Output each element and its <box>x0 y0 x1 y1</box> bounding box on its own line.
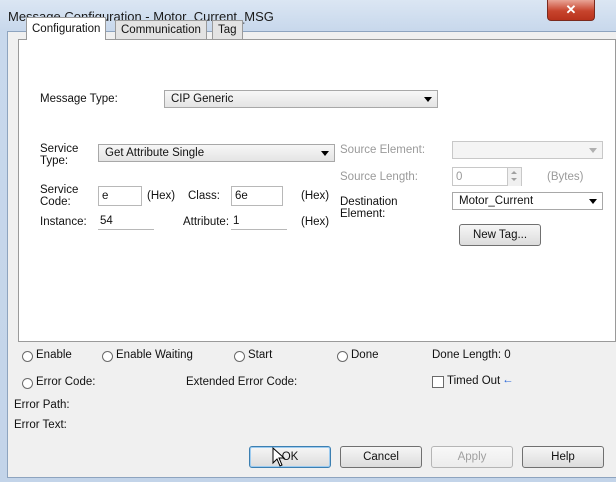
source-element-label: Source Element: <box>340 144 426 156</box>
new-tag-button[interactable]: New Tag... <box>459 224 541 246</box>
done-length-text: Done Length: 0 <box>432 349 511 361</box>
service-type-value: Get Attribute Single <box>105 147 205 159</box>
service-type-label-line1: Service <box>40 143 79 155</box>
tab-tag[interactable]: Tag <box>212 20 243 39</box>
service-code-label-line2: Code: <box>40 196 71 208</box>
source-length-value: 0 <box>456 171 463 183</box>
done-label: Done <box>351 349 379 361</box>
close-button[interactable]: ✕ <box>547 0 595 21</box>
error-code-radio[interactable] <box>22 378 33 389</box>
destination-element-value: Motor_Current <box>459 195 534 207</box>
bytes-label: (Bytes) <box>547 171 584 183</box>
cancel-button[interactable]: Cancel <box>340 446 422 468</box>
destination-label-line2: Element: <box>340 208 386 220</box>
enable-waiting-label: Enable Waiting <box>116 349 193 361</box>
error-code-label: Error Code: <box>36 376 96 388</box>
destination-element-dropdown[interactable]: Motor_Current <box>452 192 603 210</box>
spin-up-icon <box>511 171 517 174</box>
instance-label: Instance: <box>40 216 87 228</box>
service-code-label-line1: Service <box>40 184 79 196</box>
instance-input[interactable]: 54 <box>98 212 154 230</box>
source-length-label: Source Length: <box>340 171 419 183</box>
class-input[interactable]: 6e <box>231 186 283 206</box>
start-label: Start <box>248 349 273 361</box>
start-radio[interactable] <box>234 351 245 362</box>
message-type-value: CIP Generic <box>171 93 234 105</box>
enable-radio[interactable] <box>22 351 33 362</box>
extended-error-code-label: Extended Error Code: <box>186 376 298 388</box>
chevron-down-icon <box>589 199 597 204</box>
configuration-panel: Message Type: CIP Generic Service Type: … <box>18 39 616 342</box>
spin-down-icon <box>511 178 517 181</box>
chevron-down-icon <box>424 97 432 102</box>
service-code-input[interactable]: e <box>98 186 142 206</box>
class-hex-label: (Hex) <box>301 190 330 202</box>
enable-label: Enable <box>36 349 72 361</box>
error-path-label: Error Path: <box>14 399 70 411</box>
enable-waiting-radio[interactable] <box>102 351 113 362</box>
message-type-label: Message Type: <box>40 93 118 105</box>
message-type-dropdown[interactable]: CIP Generic <box>164 90 438 108</box>
done-radio[interactable] <box>337 351 348 362</box>
apply-button[interactable]: Apply <box>431 446 513 468</box>
source-element-dropdown[interactable] <box>452 141 603 159</box>
source-length-spinner[interactable] <box>507 168 521 186</box>
ok-button[interactable]: OK <box>249 446 331 468</box>
class-label: Class: <box>188 190 220 202</box>
service-type-dropdown[interactable]: Get Attribute Single <box>98 144 335 162</box>
tab-communication[interactable]: Communication <box>115 20 207 39</box>
chevron-down-icon <box>321 151 329 156</box>
tab-configuration[interactable]: Configuration <box>26 17 107 40</box>
service-type-label-line2: Type: <box>40 155 69 167</box>
attribute-label: Attribute: <box>183 216 230 228</box>
mouse-cursor-icon <box>272 447 286 467</box>
destination-label-line1: Destination <box>340 196 398 208</box>
source-length-input[interactable]: 0 <box>452 167 522 186</box>
help-button[interactable]: Help <box>522 446 604 468</box>
service-code-hex-label: (Hex) <box>147 190 176 202</box>
arrow-left-icon: ← <box>502 374 514 386</box>
attribute-hex-label: (Hex) <box>301 216 330 228</box>
timed-out-checkbox[interactable] <box>432 376 444 388</box>
chevron-down-icon <box>589 148 597 153</box>
timed-out-label: Timed Out <box>447 375 501 387</box>
attribute-input[interactable]: 1 <box>231 212 287 230</box>
dialog-window: Message Configuration - Motor_Current_MS… <box>0 0 616 482</box>
error-text-label: Error Text: <box>14 419 67 431</box>
